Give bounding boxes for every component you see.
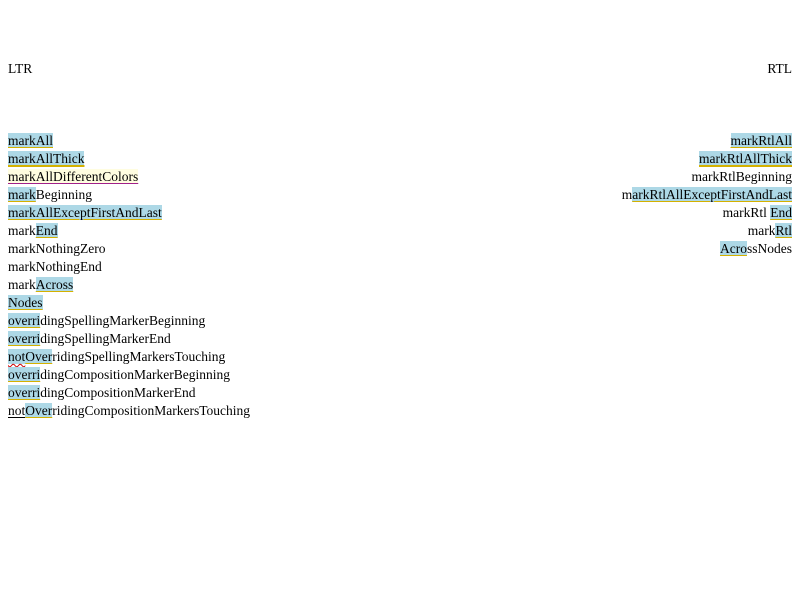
text-segment: mark — [8, 223, 36, 238]
text-segment: markNothingZero — [8, 241, 106, 256]
text-segment: dingCompositionMarkerBeginning — [40, 367, 230, 382]
marked-text-segment: overri — [8, 313, 41, 328]
marked-text-segment: mark — [8, 187, 36, 202]
rtl-text-line: markRtl End — [622, 204, 792, 222]
marked-text-segment: markAllDifferentColors — [8, 169, 139, 184]
text-segment: ridingSpellingMarkersTouching — [52, 349, 226, 364]
text-segment: ssNodes — [746, 241, 792, 256]
marked-text-segment: Nodes — [8, 295, 43, 310]
rtl-text-line: markRtlAllThick — [622, 150, 792, 168]
text-segment: m — [621, 187, 633, 202]
marked-text-segment: End — [770, 205, 792, 220]
ltr-lines: markAll markAllThick markAllDifferentColor… — [8, 132, 250, 420]
ltr-column: LTR markAll markAllThick markAllDifferentC… — [8, 24, 250, 438]
ltr-text-line: overridingCompositionMarkerEnd — [8, 384, 250, 402]
ltr-text-line: overridingSpellingMarkerBeginning — [8, 312, 250, 330]
marked-text-segment: not — [8, 349, 26, 364]
ltr-text-line: overridingCompositionMarkerBeginning — [8, 366, 250, 384]
rtl-text-line: markRtlAll — [622, 132, 792, 150]
rtl-text-line: AcrossNodes — [622, 240, 792, 258]
ltr-text-line: markAllExceptFirstAndLast — [8, 204, 250, 222]
ltr-text-line: notOverridingSpellingMarkersTouching — [8, 348, 250, 366]
rtl-column: RTL markRtlAll markRtlAllThick markRtlBegi… — [622, 24, 792, 276]
text-segment: markRtlBeginning — [691, 169, 793, 184]
rtl-text-line: markRtlBeginning — [622, 168, 793, 186]
marked-text-segment: markRtlAll — [730, 133, 792, 148]
marked-text-segment: Over — [25, 403, 53, 418]
text-segment: mark — [8, 277, 36, 292]
text-segment: markNothingEnd — [8, 259, 102, 274]
marked-text-segment: arkRtlAllExceptFirstAndLast — [632, 187, 792, 202]
marked-text-segment: overri — [8, 367, 41, 382]
rtl-text-line: markRtlAllExceptFirstAndLast — [622, 186, 792, 204]
rtl-text-line: markRtl — [622, 222, 792, 240]
rtl-lines: markRtlAll markRtlAllThick markRtlBeginnin… — [622, 132, 792, 258]
marked-text-segment: markAllExceptFirstAndLast — [8, 205, 162, 220]
ltr-text-line: markBeginning — [8, 186, 250, 204]
text-segment: Beginning — [35, 187, 92, 202]
ltr-text-line: overridingSpellingMarkerEnd — [8, 330, 250, 348]
text-segment: markRtl — [722, 205, 771, 220]
ltr-text-line: markNothingZero — [8, 240, 250, 258]
marked-text-segment: Across — [35, 277, 74, 292]
marked-text-segment: Acro — [719, 241, 747, 256]
text-segment: mark — [747, 223, 776, 238]
ltr-text-line: notOverridingCompositionMarkersTouching — [8, 402, 250, 420]
ltr-text-line: markNothingEnd — [8, 258, 250, 276]
ltr-text-line: markAllDifferentColors — [8, 168, 250, 186]
ltr-text-line: markAcross — [8, 276, 250, 294]
marked-text-segment: overri — [8, 385, 41, 400]
text-segment: dingCompositionMarkerEnd — [40, 385, 196, 400]
marked-text-segment: markRtlAllThick — [699, 151, 792, 166]
ltr-text-line: markAll — [8, 132, 250, 150]
marked-text-segment: markAllThick — [8, 151, 85, 166]
marked-text-segment: overri — [8, 331, 41, 346]
marked-text-segment: End — [35, 223, 58, 238]
ltr-text-line: markEnd — [8, 222, 250, 240]
ltr-heading: LTR — [8, 61, 33, 76]
ltr-text-line: markAllThick — [8, 150, 250, 168]
ltr-text-line: Nodes — [8, 294, 250, 312]
text-segment: dingSpellingMarkerBeginning — [40, 313, 206, 328]
marked-text-segment: markAll — [8, 133, 53, 148]
marked-text-segment: Rtl — [775, 223, 792, 238]
text-segment: ridingCompositionMarkersTouching — [52, 403, 251, 418]
text-segment: dingSpellingMarkerEnd — [40, 331, 171, 346]
marked-text-segment: Over — [25, 349, 53, 364]
rtl-heading: RTL — [767, 61, 792, 76]
marked-text-segment: not — [8, 403, 26, 418]
